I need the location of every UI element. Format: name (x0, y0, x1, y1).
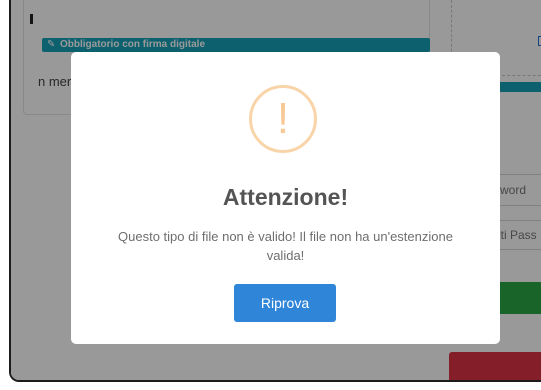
warning-icon: ! (249, 85, 317, 153)
dialog-message: Questo tipo di file non è valido! Il fil… (118, 229, 453, 263)
alert-dialog: ! Attenzione! Questo tipo di file non è … (71, 52, 500, 344)
dialog-title: Attenzione! (222, 184, 349, 210)
retry-button[interactable]: Riprova (234, 284, 336, 322)
browser-window: ✎ Obbligatorio con firma digitale n meri… (9, 0, 541, 382)
